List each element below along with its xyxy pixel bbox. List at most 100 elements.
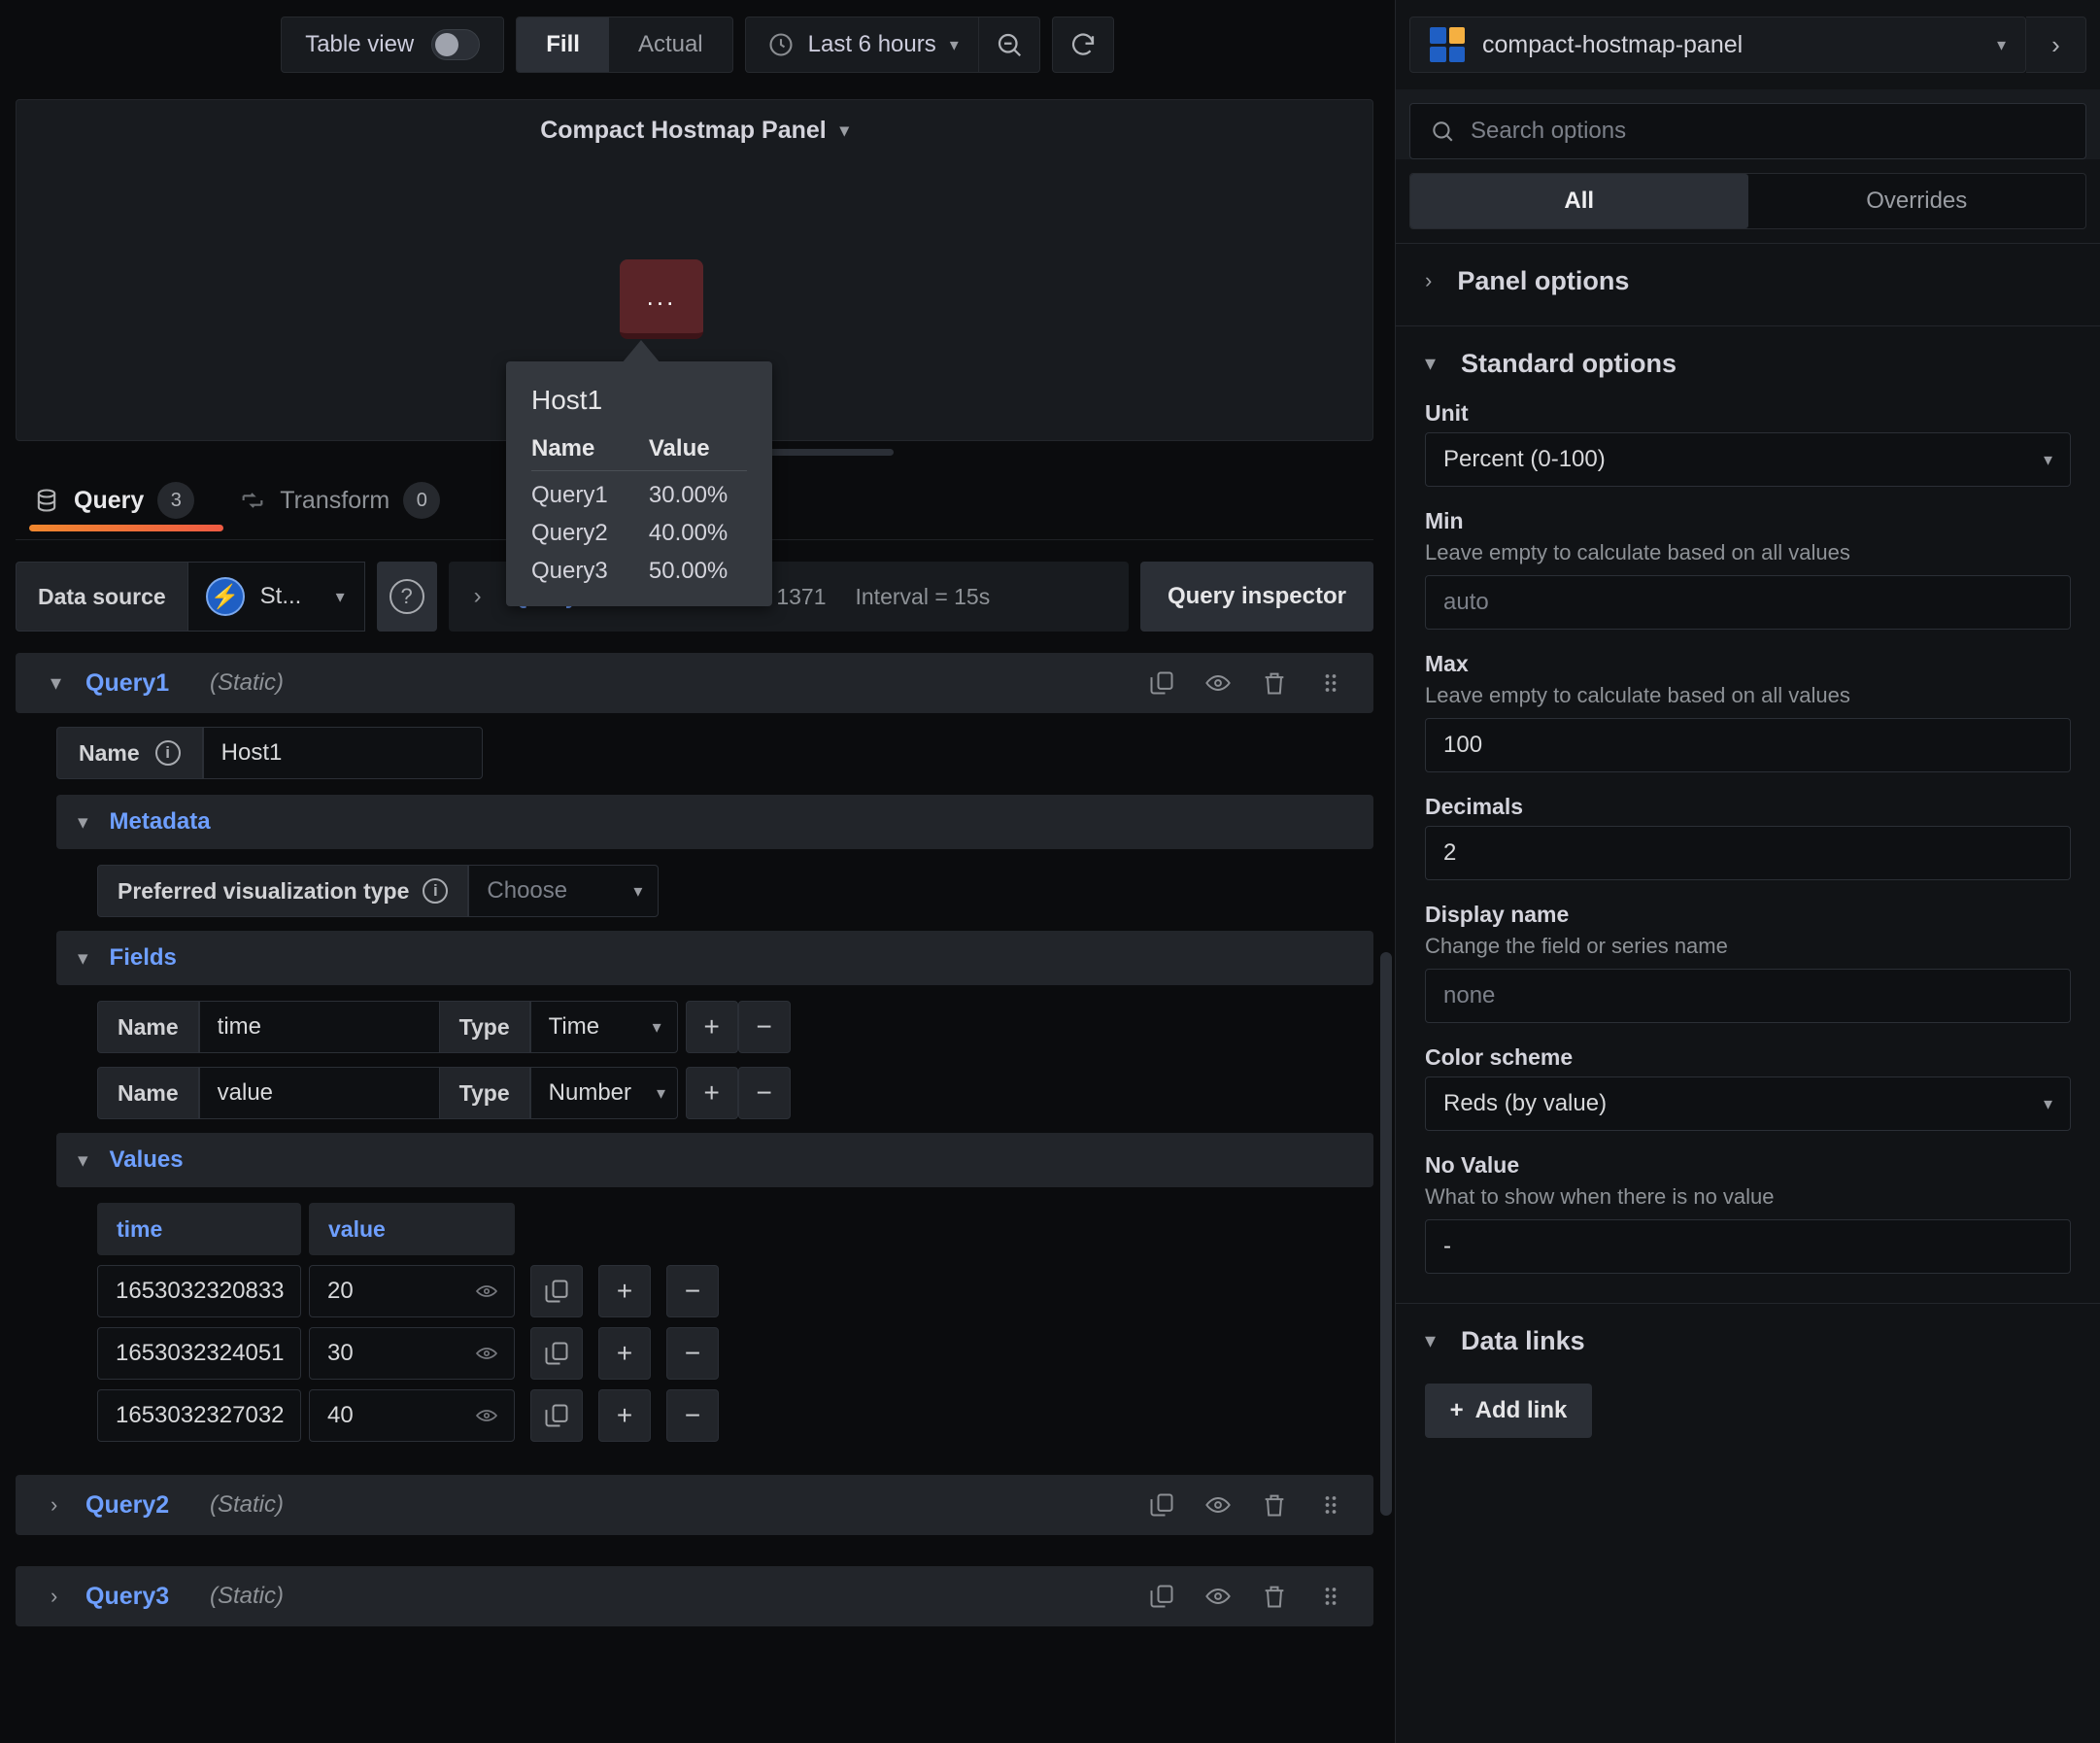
preferred-viz-select[interactable]: Choose ▾: [468, 865, 660, 917]
fields-section-header[interactable]: ▾ Fields: [56, 931, 1373, 985]
eye-icon[interactable]: [1204, 1491, 1232, 1519]
time-range-picker[interactable]: Last 6 hours ▾: [746, 17, 978, 72]
decimals-input[interactable]: 2: [1425, 826, 2071, 880]
field-type-select-value[interactable]: Number ▾: [529, 1067, 678, 1119]
tab-transform[interactable]: Transform 0: [239, 476, 441, 519]
eye-icon[interactable]: [475, 1280, 498, 1303]
query-name-query2[interactable]: Query2: [85, 1491, 210, 1520]
eye-icon[interactable]: [475, 1342, 498, 1365]
query-inspector-button[interactable]: Query inspector: [1139, 562, 1373, 632]
refresh-button[interactable]: [1053, 17, 1113, 72]
data-source-picker[interactable]: ⚡ St... ▾: [187, 562, 365, 632]
collapse-options-button[interactable]: ›: [2026, 17, 2086, 73]
time-range-label: Last 6 hours: [807, 31, 936, 57]
editor-vertical-scrollbar[interactable]: [1380, 952, 1392, 1516]
field-name-input-time[interactable]: time: [198, 1001, 440, 1053]
field-name-input-value[interactable]: value: [198, 1067, 440, 1119]
chevron-down-icon[interactable]: ▾: [1997, 35, 2006, 55]
tab-all[interactable]: All: [1410, 174, 1748, 228]
chevron-down-icon[interactable]: ▾: [840, 120, 849, 141]
remove-row-button[interactable]: −: [666, 1327, 719, 1380]
query-row-query3[interactable]: › Query3 (Static): [16, 1566, 1373, 1626]
add-field-button[interactable]: +: [685, 1067, 738, 1119]
remove-field-button[interactable]: −: [737, 1067, 791, 1119]
copy-icon[interactable]: [1148, 1491, 1175, 1519]
panel-options-header[interactable]: › Panel options: [1396, 244, 2100, 318]
info-icon[interactable]: i: [154, 740, 181, 766]
no-value-input[interactable]: -: [1425, 1219, 2071, 1274]
table-view-toggle[interactable]: Table view: [281, 17, 505, 73]
remove-row-button[interactable]: −: [666, 1265, 719, 1317]
query-name-query3[interactable]: Query3: [85, 1583, 210, 1611]
color-scheme-select[interactable]: Reds (by value) ▾: [1425, 1077, 2071, 1131]
trash-icon[interactable]: [1261, 669, 1288, 697]
values-value-input-1[interactable]: 30: [309, 1327, 515, 1380]
values-time-input-1[interactable]: 1653032324051: [97, 1327, 301, 1380]
min-input[interactable]: auto: [1425, 575, 2071, 630]
drag-handle-icon[interactable]: [1317, 669, 1344, 697]
chevron-down-icon[interactable]: ▾: [78, 1148, 88, 1173]
query-name-query1[interactable]: Query1: [85, 669, 210, 698]
duplicate-row-button[interactable]: [530, 1389, 583, 1442]
fill-actual-segmented[interactable]: Fill Actual: [516, 17, 733, 73]
standard-options-header[interactable]: ▾ Standard options: [1396, 326, 2100, 400]
chevron-down-icon[interactable]: ▾: [1425, 351, 1436, 376]
max-input[interactable]: 100: [1425, 718, 2071, 772]
add-link-button[interactable]: + Add link: [1425, 1384, 1592, 1438]
metadata-section-header[interactable]: ▾ Metadata: [56, 795, 1373, 849]
values-time-input-2[interactable]: 1653032327032: [97, 1389, 301, 1442]
duplicate-row-button[interactable]: [530, 1265, 583, 1317]
fill-option[interactable]: Fill: [517, 17, 609, 72]
eye-icon[interactable]: [1204, 669, 1232, 697]
add-row-button[interactable]: +: [598, 1265, 651, 1317]
search-placeholder: Search options: [1471, 118, 1627, 144]
duplicate-row-button[interactable]: [530, 1327, 583, 1380]
table-view-switch[interactable]: [431, 29, 481, 60]
search-input[interactable]: Search options: [1409, 103, 2086, 159]
remove-field-button[interactable]: −: [737, 1001, 791, 1053]
data-source-help-button[interactable]: ?: [376, 562, 437, 632]
chevron-right-icon[interactable]: ›: [1425, 268, 1432, 293]
add-row-button[interactable]: +: [598, 1327, 651, 1380]
chevron-right-icon[interactable]: ›: [51, 1492, 85, 1518]
data-links-header[interactable]: ▾ Data links: [1396, 1304, 2100, 1378]
chevron-down-icon[interactable]: ▾: [1425, 1328, 1436, 1353]
eye-icon[interactable]: [475, 1404, 498, 1427]
copy-icon[interactable]: [1148, 1583, 1175, 1610]
zoom-out-button[interactable]: [979, 17, 1039, 72]
display-name-input[interactable]: none: [1425, 969, 2071, 1023]
chevron-down-icon[interactable]: ▾: [51, 670, 85, 696]
actual-option[interactable]: Actual: [609, 17, 732, 72]
drag-handle-icon[interactable]: [1317, 1583, 1344, 1610]
copy-icon[interactable]: [1148, 669, 1175, 697]
field-type-select-time[interactable]: Time ▾: [529, 1001, 678, 1053]
panel-preview-header[interactable]: Compact Hostmap Panel ▾: [17, 100, 1372, 160]
values-value-input-0[interactable]: 20: [309, 1265, 515, 1317]
add-field-button[interactable]: +: [685, 1001, 738, 1053]
tab-query[interactable]: Query 3: [29, 476, 223, 531]
query-row-query1[interactable]: ▾ Query1 (Static): [16, 653, 1373, 713]
chevron-down-icon: ▾: [335, 586, 345, 606]
add-row-button[interactable]: +: [598, 1389, 651, 1442]
values-section-header[interactable]: ▾ Values: [56, 1133, 1373, 1187]
eye-icon[interactable]: [1204, 1583, 1232, 1610]
visualization-picker[interactable]: compact-hostmap-panel ▾: [1409, 17, 2026, 73]
remove-row-button[interactable]: −: [666, 1389, 719, 1442]
values-time-input-0[interactable]: 1653032320833: [97, 1265, 301, 1317]
info-icon[interactable]: i: [423, 878, 449, 904]
select-value: Choose: [487, 877, 568, 904]
chevron-down-icon[interactable]: ▾: [78, 946, 88, 971]
query1-name-input[interactable]: Host1: [202, 727, 483, 779]
drag-handle-icon[interactable]: [1317, 1491, 1344, 1519]
hostmap-cell-host1[interactable]: ...: [620, 259, 703, 339]
field-color-scheme: Color scheme Reds (by value) ▾: [1396, 1044, 2100, 1152]
tab-overrides[interactable]: Overrides: [1748, 174, 2086, 228]
trash-icon[interactable]: [1261, 1583, 1288, 1610]
field-type-label: Type: [439, 1067, 530, 1119]
unit-select[interactable]: Percent (0-100) ▾: [1425, 432, 2071, 487]
query-row-query2[interactable]: › Query2 (Static): [16, 1475, 1373, 1535]
chevron-right-icon[interactable]: ›: [51, 1584, 85, 1609]
values-value-input-2[interactable]: 40: [309, 1389, 515, 1442]
trash-icon[interactable]: [1261, 1491, 1288, 1519]
chevron-down-icon[interactable]: ▾: [78, 810, 88, 835]
